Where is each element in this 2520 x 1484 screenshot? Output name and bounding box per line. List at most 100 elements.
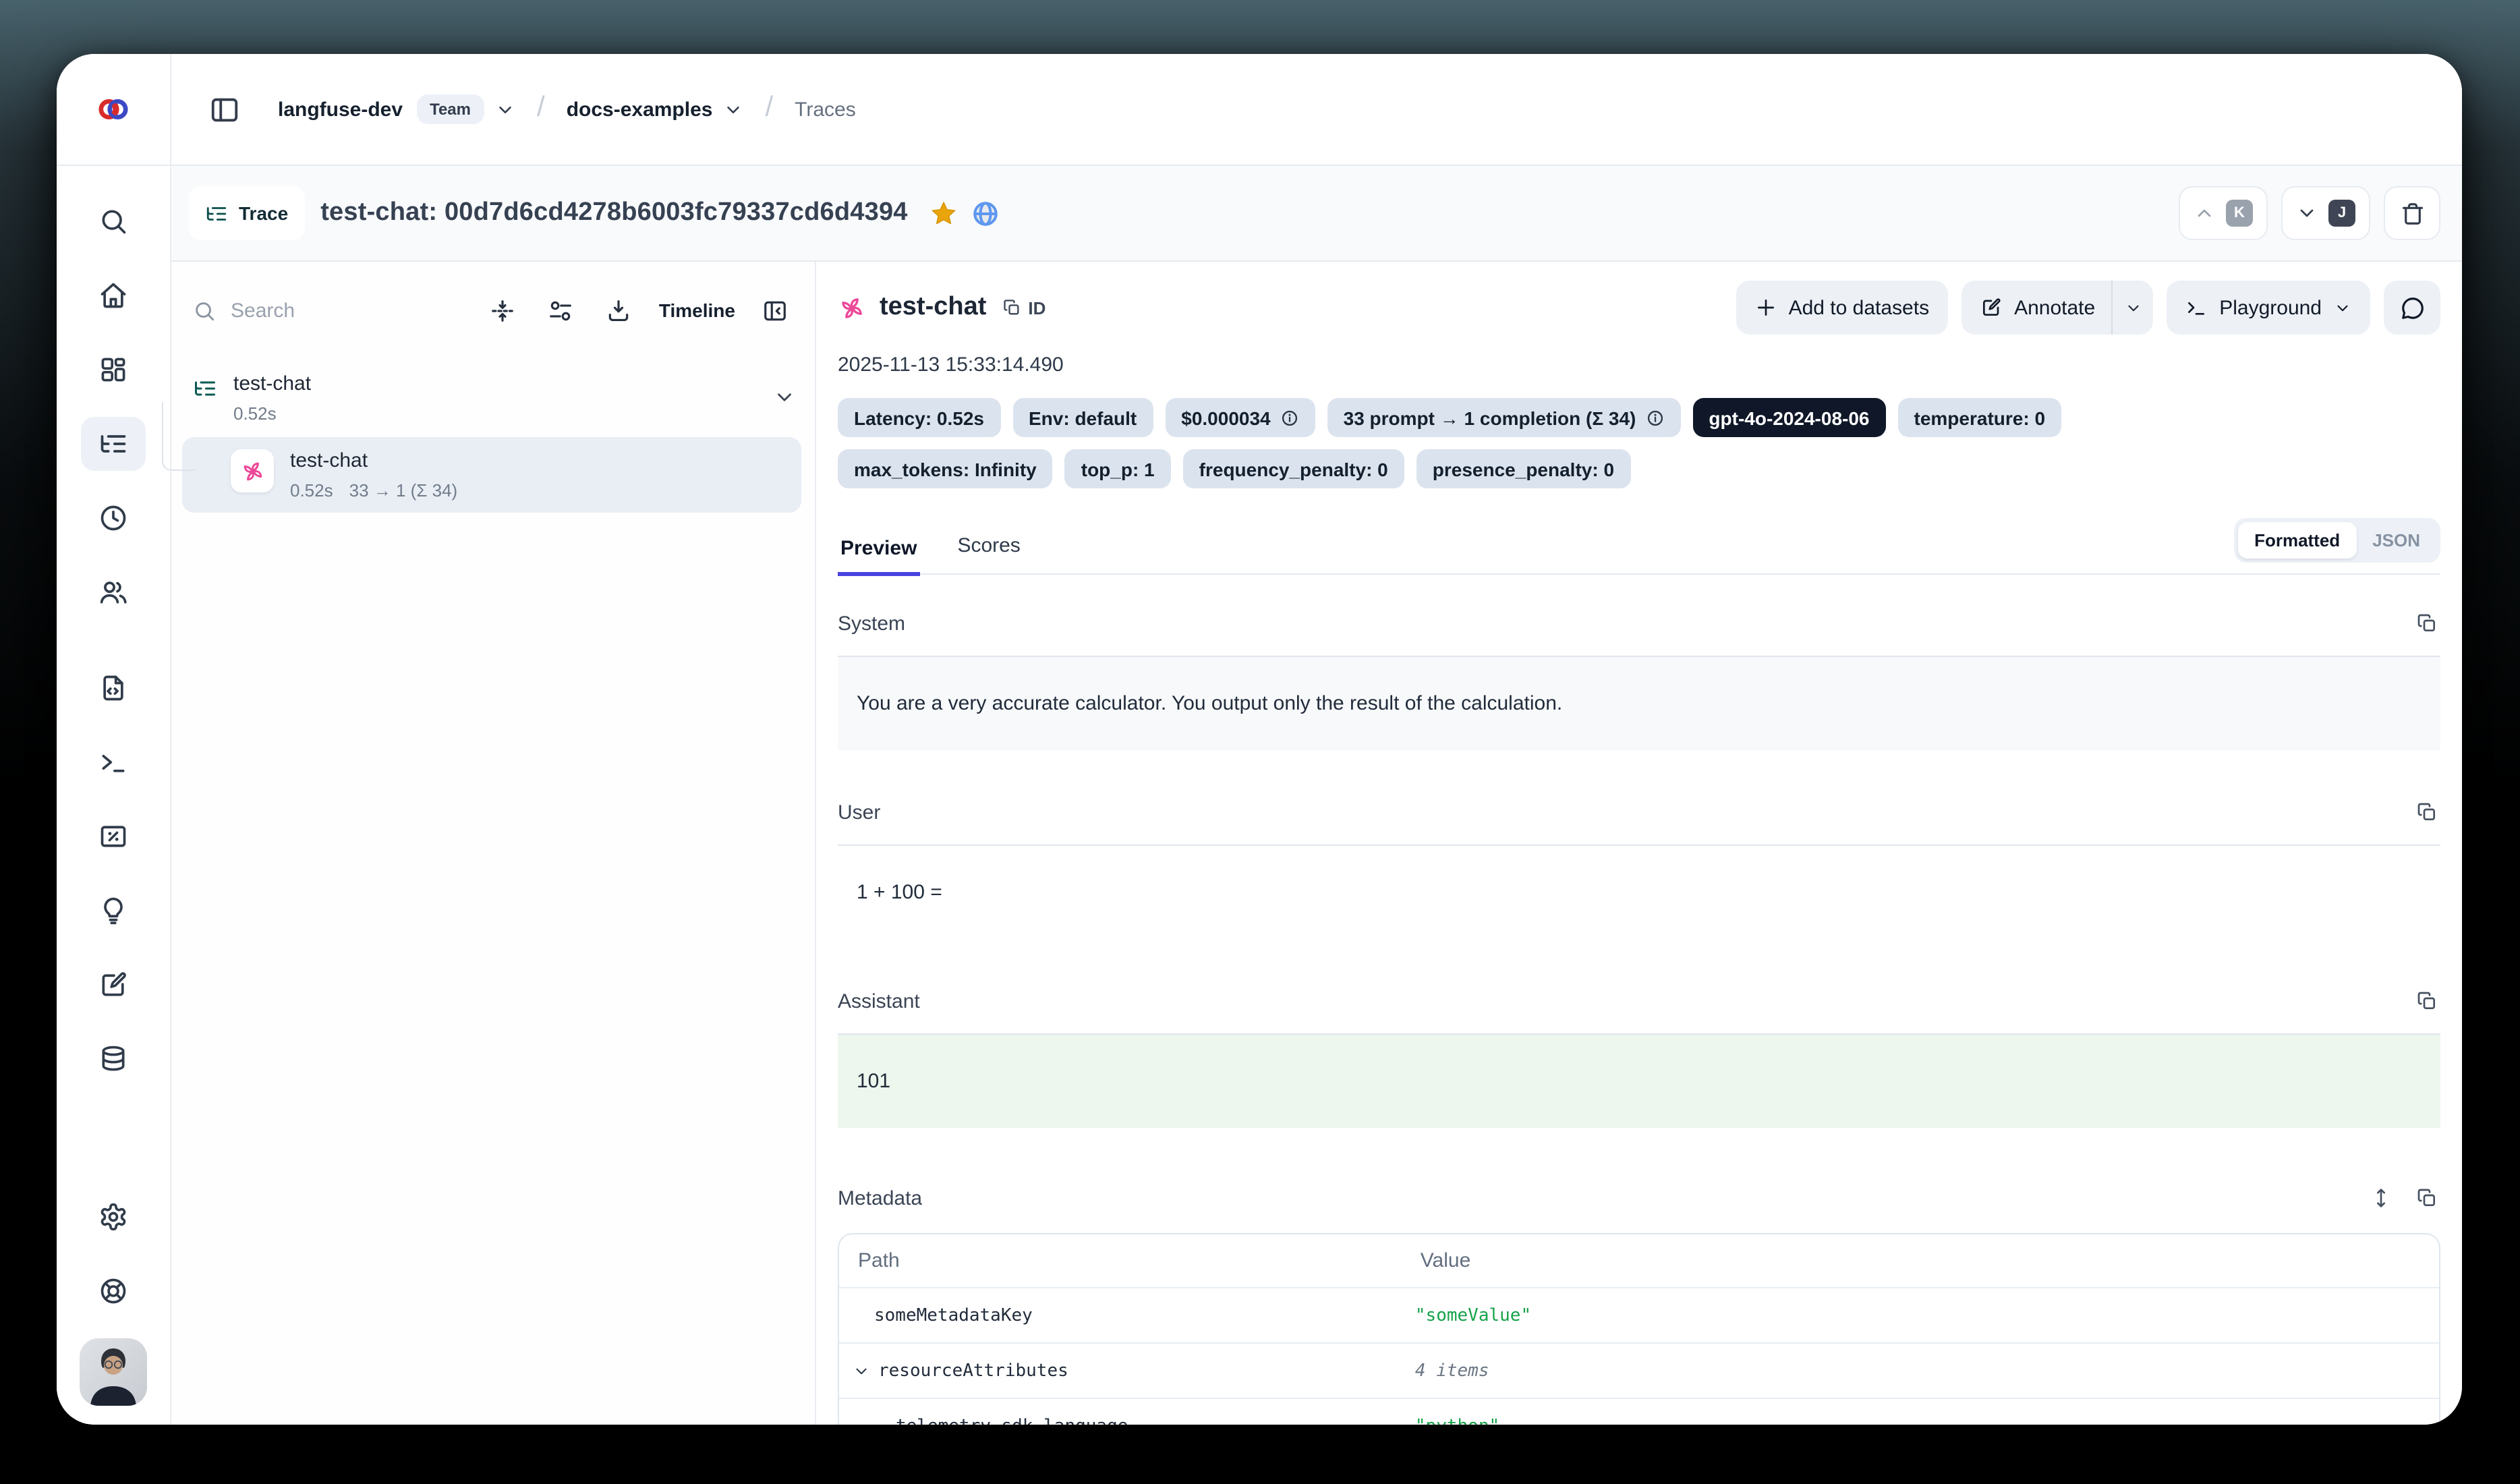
observation-actions: Add to datasets Annotate: [1736, 281, 2440, 335]
tree-root-row[interactable]: test-chat 0.52s: [171, 372, 815, 424]
sidebar-item-tracing[interactable]: [81, 417, 146, 471]
copy-icon: [2416, 612, 2438, 634]
logo-column: [57, 54, 171, 165]
timeline-toggle[interactable]: Timeline: [659, 299, 735, 321]
cost-badge[interactable]: $0.000034: [1165, 398, 1315, 437]
sidebar-item-datasets[interactable]: [81, 1032, 146, 1086]
top-nav: langfuse-dev Team / docs-examples / Trac…: [57, 54, 2462, 166]
langfuse-logo-icon[interactable]: [96, 92, 131, 127]
copy-user-button[interactable]: [2413, 799, 2440, 826]
sidebar-item-users[interactable]: [81, 565, 146, 619]
observation-badges: Latency: 0.52s Env: default $0.000034: [838, 398, 2440, 488]
trace-tree-panel: Timeline: [171, 262, 816, 1425]
sidebar-item-evaluation[interactable]: [81, 884, 146, 938]
search-input[interactable]: [228, 297, 355, 323]
copy-system-button[interactable]: [2413, 610, 2440, 637]
collapse-panel-button[interactable]: [757, 292, 793, 329]
table-row-expandable[interactable]: resourceAttributes 4 items: [839, 1344, 2439, 1399]
screenshot-backdrop: langfuse-dev Team / docs-examples / Trac…: [0, 0, 2520, 1484]
move-vertical-icon: [2370, 1187, 2392, 1209]
annotate-button[interactable]: Annotate: [1961, 281, 2111, 335]
copy-metadata-button[interactable]: [2413, 1185, 2440, 1211]
metadata-item-count: 4 items: [1415, 1361, 2439, 1381]
view-json-button[interactable]: JSON: [2356, 522, 2436, 559]
generation-icon: [231, 449, 274, 492]
user-avatar[interactable]: [80, 1338, 147, 1406]
observation-detail-panel: test-chat ID: [816, 262, 2462, 1425]
life-buoy-icon: [98, 1276, 128, 1306]
metadata-table: Path Value someMetadataKey "someValue": [838, 1233, 2440, 1425]
metadata-title: Metadata: [838, 1187, 922, 1209]
sidebar-item-support[interactable]: [81, 1264, 146, 1318]
section-name[interactable]: Traces: [795, 98, 856, 121]
sidebar-item-dashboards[interactable]: [81, 343, 146, 397]
percent-card-icon: [98, 822, 128, 851]
square-pen-icon: [1980, 297, 2002, 318]
chevron-down-icon[interactable]: [495, 99, 515, 119]
copy-assistant-button[interactable]: [2413, 988, 2440, 1015]
sidebar-item-home[interactable]: [81, 268, 146, 322]
playground-button[interactable]: Playground: [2167, 281, 2370, 335]
expand-metadata-button[interactable]: [2368, 1185, 2395, 1211]
collapse-all-button[interactable]: [485, 292, 521, 329]
message-circle-icon: [2399, 295, 2425, 320]
download-icon: [606, 297, 632, 323]
users-icon: [98, 577, 128, 607]
sidebar-item-playground[interactable]: [81, 735, 146, 789]
sidebar-item-prompts[interactable]: [81, 661, 146, 715]
info-icon: [1280, 408, 1299, 427]
view-formatted-button[interactable]: Formatted: [2238, 522, 2356, 559]
project-name[interactable]: docs-examples: [567, 98, 713, 121]
sliders-icon: [548, 297, 574, 323]
generation-icon: [838, 293, 866, 322]
sidebar-toggle-button[interactable]: [201, 86, 248, 133]
tab-scores[interactable]: Scores: [954, 534, 1023, 573]
search-icon: [193, 299, 216, 322]
metadata-table-header: Path Value: [839, 1234, 2439, 1288]
tree-connector-line: [162, 402, 196, 471]
comments-button[interactable]: [2384, 281, 2440, 335]
chevron-down-icon[interactable]: [773, 386, 796, 409]
table-row: telemetry.sdk.language "python": [839, 1399, 2439, 1425]
dashboard-grid-icon: [98, 355, 128, 384]
sidebar-icon-rail: [57, 167, 171, 1425]
assistant-message-content: 101: [838, 1033, 2440, 1128]
download-button[interactable]: [601, 292, 637, 329]
sidebar-item-settings[interactable]: [81, 1190, 146, 1244]
add-to-datasets-button[interactable]: Add to datasets: [1736, 281, 1949, 335]
plus-icon: [1755, 297, 1777, 318]
org-name[interactable]: langfuse-dev: [278, 98, 403, 121]
chevron-down-icon[interactable]: [723, 99, 743, 119]
preview-tabs: Preview Scores Formatted JSON: [838, 518, 2440, 575]
tree-child-duration: 0.52s: [290, 480, 333, 501]
tab-preview[interactable]: Preview: [838, 537, 919, 576]
id-label: ID: [1028, 297, 1046, 318]
terminal-icon: [2185, 297, 2207, 318]
copy-icon: [2416, 801, 2438, 823]
home-icon: [98, 281, 128, 310]
tree-child-row-selected[interactable]: test-chat 0.52s 33 → 1 (Σ 34): [182, 437, 801, 513]
tree-settings-button[interactable]: [543, 292, 579, 329]
metadata-key: someMetadataKey: [839, 1305, 1415, 1325]
metadata-section-header: Metadata: [838, 1185, 2440, 1211]
tree-child-text: test-chat 0.52s 33 → 1 (Σ 34): [290, 449, 457, 501]
sidebar-item-sessions[interactable]: [81, 491, 146, 545]
tokens-badge[interactable]: 33 prompt → 1 completion (Σ 34): [1327, 398, 1681, 437]
frequency-penalty-badge: frequency_penalty: 0: [1183, 449, 1404, 488]
model-badge[interactable]: gpt-4o-2024-08-06: [1692, 398, 1885, 437]
gear-icon: [98, 1202, 128, 1232]
metadata-value: "python": [1415, 1416, 2439, 1425]
annotate-dropdown-button[interactable]: [2113, 281, 2153, 335]
tree-child-name: test-chat: [290, 449, 457, 472]
user-message-content: 1 + 100 =: [838, 845, 2440, 939]
metadata-value: "someValue": [1415, 1305, 2439, 1325]
observation-timestamp: 2025-11-13 15:33:14.490: [838, 353, 2440, 376]
list-tree-icon: [193, 376, 217, 401]
sidebar-item-annotation[interactable]: [81, 958, 146, 1012]
panel-left-icon: [209, 94, 240, 125]
copy-id-button[interactable]: ID: [1000, 295, 1048, 320]
sidebar-item-scores[interactable]: [81, 809, 146, 863]
user-role-label: User: [838, 801, 880, 824]
sidebar-item-search[interactable]: [81, 194, 146, 248]
max-tokens-badge: max_tokens: Infinity: [838, 449, 1053, 488]
